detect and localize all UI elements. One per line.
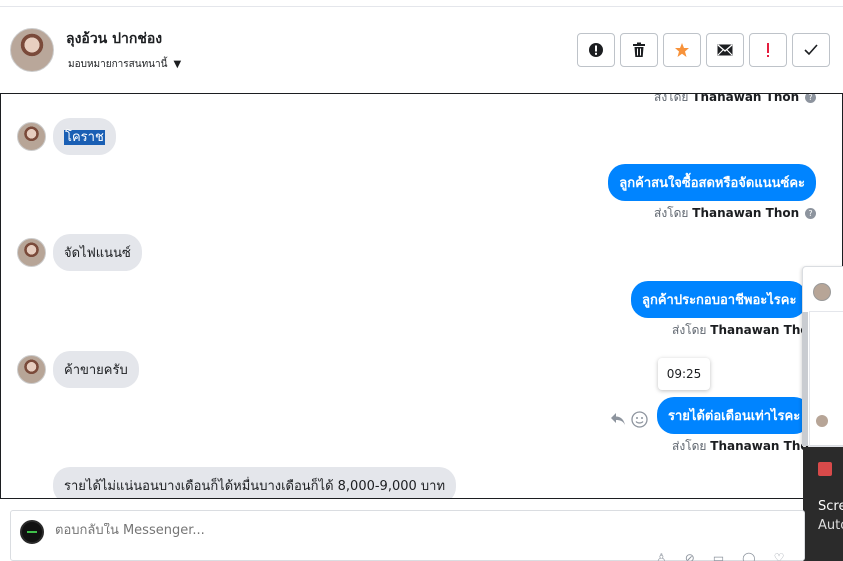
delete-button[interactable] xyxy=(620,33,658,67)
preview-content xyxy=(809,311,843,447)
contact-avatar-small[interactable] xyxy=(17,238,46,267)
received-message[interactable]: โคราช xyxy=(53,118,116,155)
check-icon xyxy=(804,44,818,56)
exclamation-icon xyxy=(767,43,769,57)
reply-input[interactable] xyxy=(55,523,615,538)
preview-avatar-small xyxy=(816,415,828,427)
received-message[interactable]: จัดไฟแนนซ์ xyxy=(53,234,142,271)
people-tag-icon[interactable]: ♙ xyxy=(656,551,667,561)
mark-important-button[interactable] xyxy=(749,33,787,67)
notification-subtitle: Auto xyxy=(818,518,843,533)
emoji-reaction-icon[interactable] xyxy=(631,411,648,428)
conversation-actions xyxy=(577,33,830,67)
mark-unread-button[interactable] xyxy=(706,33,744,67)
preview-scrollbar[interactable] xyxy=(802,312,808,446)
received-message[interactable]: รายได้ไม่แน่นอนบางเดือนก็ได้หมื่นบางเดือ… xyxy=(53,467,457,498)
like-icon[interactable]: ♡ xyxy=(774,551,785,561)
page-avatar xyxy=(20,520,44,544)
envelope-icon xyxy=(717,44,733,56)
notification-title: Scre xyxy=(818,499,843,514)
conversation-header: ลุงอ้วน ปากช่อง มอบหมายการสนทนานี้ ▼ xyxy=(0,7,843,93)
screenshot-notification[interactable]: Scre Auto xyxy=(803,447,843,561)
message-text: โคราช xyxy=(64,130,105,145)
sent-message[interactable]: ลูกค้าประกอบอาชีพอะไรคะ xyxy=(631,281,808,318)
reply-icon[interactable] xyxy=(610,412,626,426)
sent-by-label: ส่งโดย Thanawan Thon xyxy=(672,439,818,453)
contact-avatar-small[interactable] xyxy=(17,122,46,151)
assign-label: มอบหมายการสนทนานี้ xyxy=(68,59,168,70)
messenger-inbox-page: ลุงอ้วน ปากช่อง มอบหมายการสนทนานี้ ▼ ส่ง… xyxy=(0,0,843,561)
sent-message[interactable]: รายได้ต่อเดือนเท่าไรคะ xyxy=(657,397,812,434)
contact-avatar[interactable] xyxy=(10,28,54,72)
agent-name: Thanawan Thon xyxy=(692,206,800,220)
agent-name: Thanawan Thon xyxy=(692,93,800,104)
reply-composer: ♙ ⊘ ▭ ◯ ♡ xyxy=(10,510,805,561)
attachment-icon[interactable]: ⊘ xyxy=(685,551,695,561)
preview-avatar xyxy=(813,283,831,301)
star-icon xyxy=(675,43,689,57)
sent-by-label: ส่งโดย Thanawan Thon xyxy=(672,323,818,337)
alert-circle-icon xyxy=(589,43,603,57)
star-button[interactable] xyxy=(663,33,701,67)
message-thread[interactable]: ส่งโดย Thanawan Thon ? โคราช ลูกค้าสนใจซ… xyxy=(0,93,843,499)
sent-message[interactable]: ลูกค้าสนใจซื้อสดหรือจัดแนนซ์คะ xyxy=(608,164,816,201)
help-icon[interactable]: ? xyxy=(805,94,816,103)
sent-by-label: ส่งโดย Thanawan Thon ? xyxy=(654,204,816,223)
gif-icon[interactable]: ▭ xyxy=(713,551,724,561)
emoji-icon[interactable]: ◯ xyxy=(742,551,755,561)
trash-icon xyxy=(633,42,645,57)
floating-chat-preview[interactable] xyxy=(802,266,843,447)
mark-done-button[interactable] xyxy=(792,33,830,67)
sent-by-label: ส่งโดย Thanawan Thon ? xyxy=(654,93,816,107)
contact-avatar-small[interactable] xyxy=(17,355,46,384)
message-timestamp-tooltip: 09:25 xyxy=(658,358,710,390)
composer-toolbar: ♙ ⊘ ▭ ◯ ♡ xyxy=(656,551,784,561)
screenshot-app-icon xyxy=(818,462,832,476)
mark-spam-button[interactable] xyxy=(577,33,615,67)
help-icon[interactable]: ? xyxy=(805,208,816,219)
received-message[interactable]: ค้าขายครับ xyxy=(53,351,139,388)
chevron-down-icon: ▼ xyxy=(173,59,182,70)
contact-name[interactable]: ลุงอ้วน ปากช่อง xyxy=(66,28,162,50)
assign-conversation-dropdown[interactable]: มอบหมายการสนทนานี้ ▼ xyxy=(68,57,181,72)
